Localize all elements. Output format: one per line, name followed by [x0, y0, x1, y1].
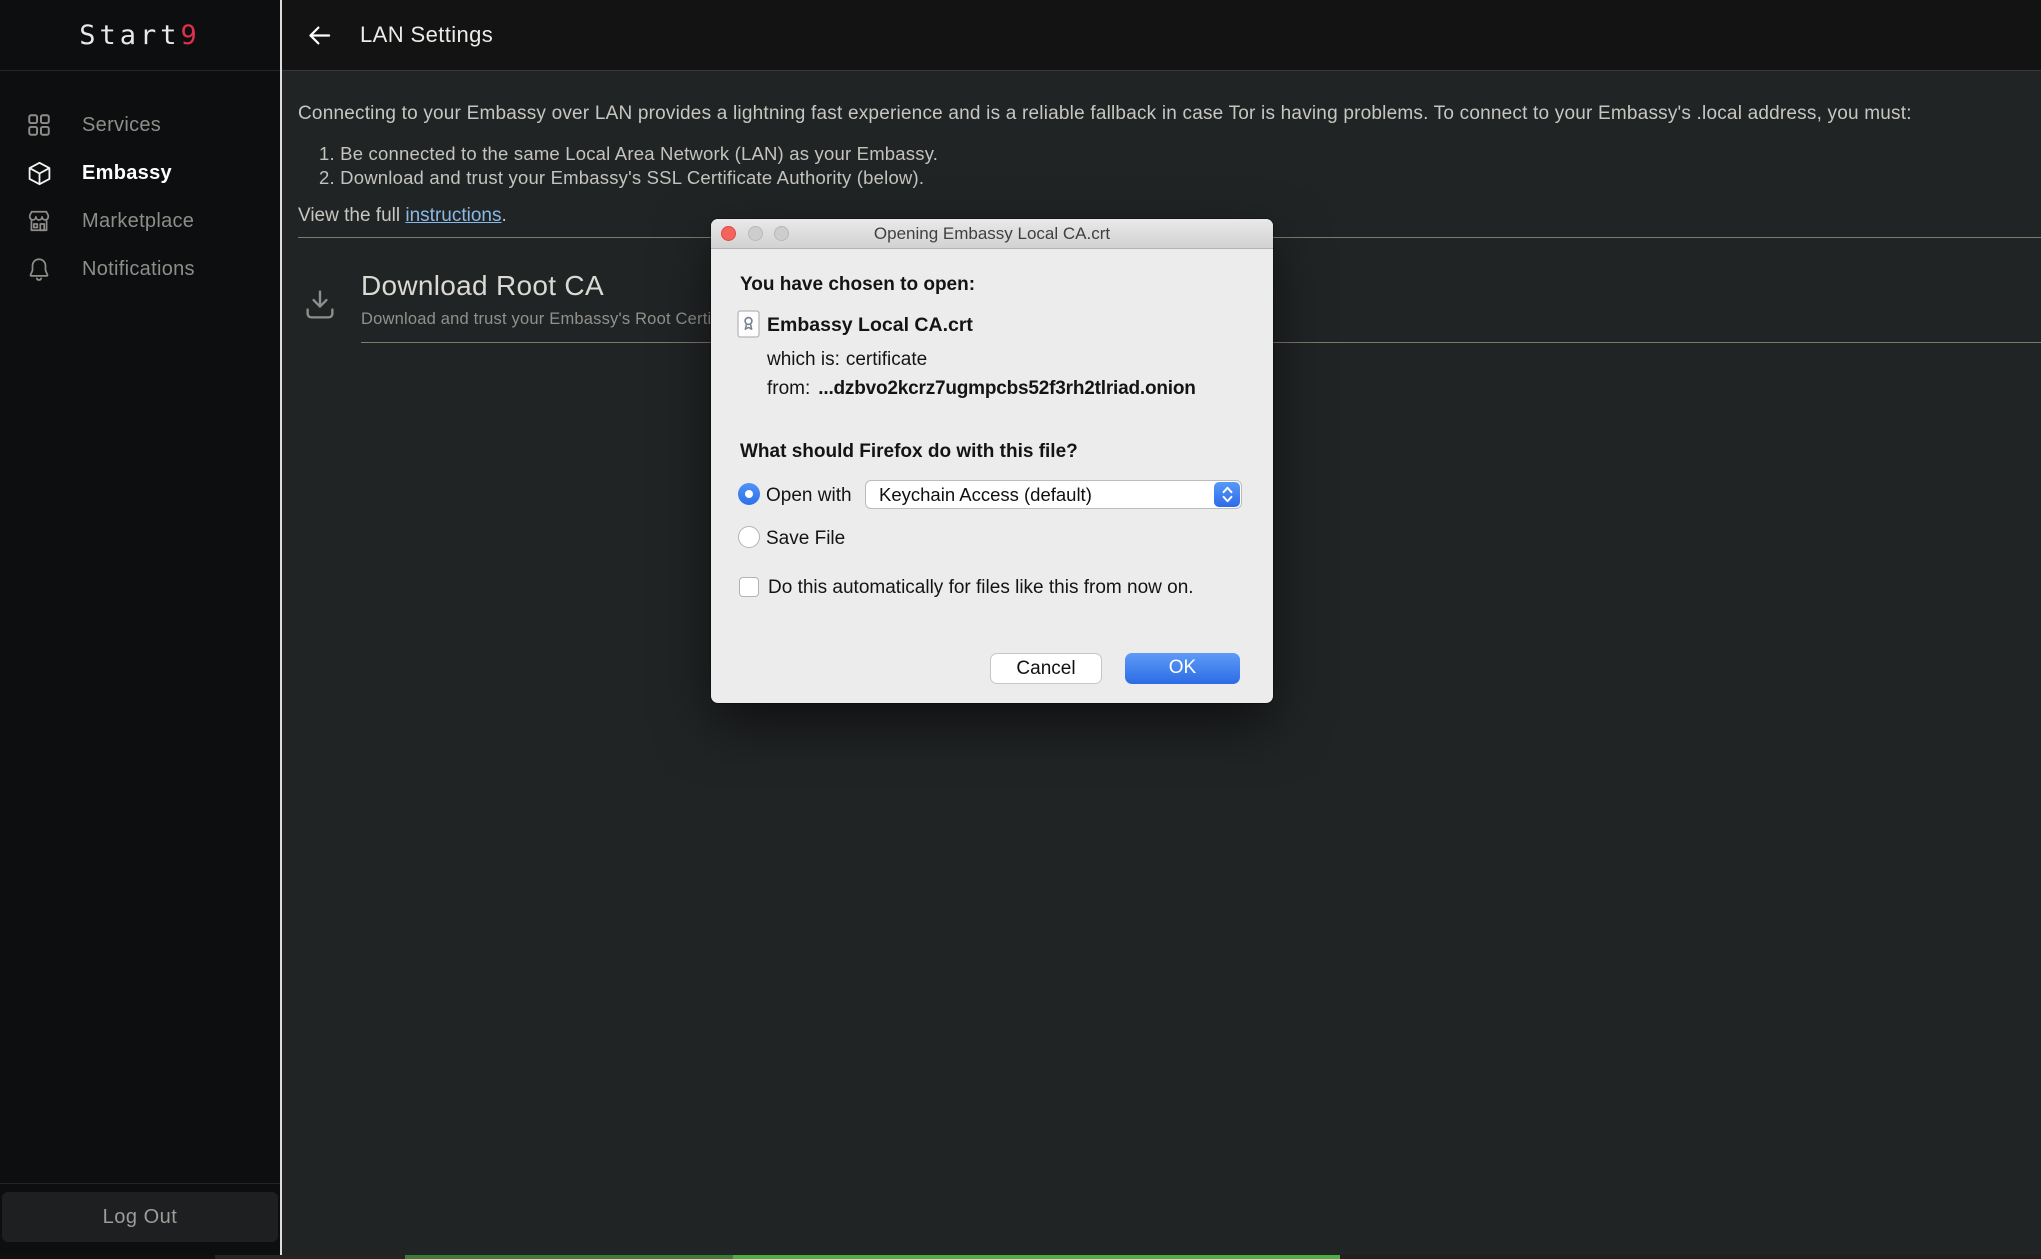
download-root-ca-item[interactable]: Download Root CA	[361, 270, 604, 302]
app-root: Start9 Services	[0, 0, 2041, 1259]
from-label: from:	[767, 378, 810, 399]
page-title: LAN Settings	[360, 22, 493, 48]
cube-icon	[25, 159, 53, 187]
open-with-radio[interactable]	[738, 483, 760, 505]
file-type-value: certificate	[846, 349, 927, 370]
logo-text: Start	[79, 20, 180, 51]
open-with-label[interactable]: Open with	[766, 485, 852, 507]
view-full-suffix: .	[502, 205, 507, 226]
arrow-left-icon	[306, 22, 333, 49]
grid-icon	[25, 111, 53, 139]
select-stepper-icon	[1214, 482, 1240, 507]
view-full-line: View the full instructions.	[298, 205, 507, 227]
firefox-question-label: What should Firefox do with this file?	[740, 441, 1078, 463]
certificate-file-icon	[737, 310, 760, 338]
from-line: from: ...dzbvo2kcrz7ugmpcbs52f3rh2tlriad.…	[767, 378, 1196, 400]
opening-file-dialog: Opening Embassy Local CA.crt You have ch…	[711, 219, 1273, 703]
save-file-radio[interactable]	[738, 526, 760, 548]
sidebar-item-services[interactable]: Services	[0, 101, 280, 149]
dialog-title: Opening Embassy Local CA.crt	[711, 219, 1273, 249]
open-with-selected-value: Keychain Access (default)	[879, 481, 1092, 508]
do-automatically-checkbox[interactable]	[739, 577, 759, 597]
sidebar-item-label: Notifications	[82, 258, 195, 281]
download-icon	[302, 287, 338, 323]
which-is-label: which is:	[767, 349, 840, 370]
intro-text: Connecting to your Embassy over LAN prov…	[298, 103, 1912, 125]
dialog-titlebar[interactable]: Opening Embassy Local CA.crt	[711, 219, 1273, 249]
sidebar-content-divider	[280, 0, 282, 1259]
do-automatically-label[interactable]: Do this automatically for files like thi…	[768, 577, 1194, 599]
logout-divider	[0, 1183, 280, 1184]
logout-button[interactable]: Log Out	[2, 1192, 278, 1242]
sidebar-divider	[0, 70, 280, 71]
bottom-strip-segment	[405, 1255, 733, 1259]
open-with-select[interactable]: Keychain Access (default)	[865, 480, 1242, 509]
logout-label: Log Out	[103, 1206, 178, 1229]
sidebar: Start9 Services	[0, 0, 280, 1259]
sidebar-item-notifications[interactable]: Notifications	[0, 245, 280, 293]
bottom-strip-segment	[0, 1255, 215, 1259]
steps-list: 1. Be connected to the same Local Area N…	[319, 142, 938, 190]
save-file-label[interactable]: Save File	[766, 528, 845, 550]
back-button[interactable]	[304, 20, 334, 50]
which-is-line: which is: certificate	[767, 349, 927, 371]
bottom-strip-segment	[733, 1255, 1340, 1259]
sidebar-item-embassy[interactable]: Embassy	[0, 149, 280, 197]
storefront-icon	[25, 207, 53, 235]
sidebar-item-marketplace[interactable]: Marketplace	[0, 197, 280, 245]
chosen-to-open-label: You have chosen to open:	[740, 274, 975, 296]
cancel-button[interactable]: Cancel	[990, 653, 1102, 684]
page-header: LAN Settings	[282, 0, 2041, 70]
start9-logo: Start9	[0, 0, 280, 70]
instructions-link[interactable]: instructions	[405, 205, 501, 226]
step-item: 1. Be connected to the same Local Area N…	[319, 142, 938, 166]
from-host-value: ...dzbvo2kcrz7ugmpcbs52f3rh2tlriad.onion	[818, 378, 1195, 399]
bottom-strip-segment	[1340, 1255, 2041, 1259]
bell-icon	[25, 255, 53, 283]
bottom-strip-segment	[215, 1255, 405, 1259]
sidebar-item-label: Services	[82, 114, 161, 137]
sidebar-item-label: Embassy	[82, 162, 172, 185]
step-item: 2. Download and trust your Embassy's SSL…	[319, 166, 938, 190]
view-full-prefix: View the full	[298, 205, 405, 226]
dialog-file-name: Embassy Local CA.crt	[767, 314, 973, 337]
ok-button[interactable]: OK	[1125, 653, 1240, 684]
sidebar-nav: Services Embassy	[0, 101, 280, 293]
sidebar-item-label: Marketplace	[82, 210, 194, 233]
logo-accent-digit: 9	[181, 20, 201, 51]
